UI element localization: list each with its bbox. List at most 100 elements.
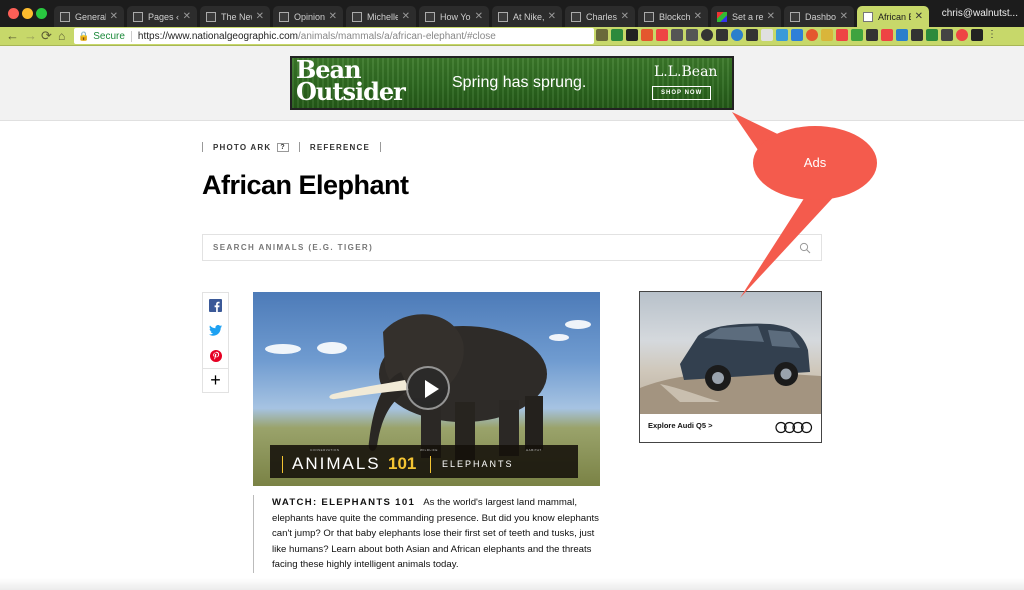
url-path: /animals/mammals/a/african-elephant/#clo…: [298, 30, 496, 42]
page-title: African Elephant: [202, 170, 409, 200]
close-tab-icon[interactable]: ✕: [110, 11, 118, 22]
breadcrumb-photo-ark[interactable]: PHOTO ARK: [213, 143, 271, 152]
plus-icon: +: [210, 370, 221, 390]
page-icon: [206, 11, 216, 22]
share-bar: +: [202, 292, 229, 393]
search-input[interactable]: [203, 235, 783, 260]
grid-extension-icon[interactable]: [686, 29, 698, 41]
ad-strip: Bean Outsider Spring has sprung. L.L.Bea…: [0, 46, 1024, 121]
maximize-window-button[interactable]: [36, 8, 47, 19]
explore-audi-link[interactable]: Explore Audi Q5 >: [648, 421, 713, 430]
puzzle-extension-icon[interactable]: [971, 29, 983, 41]
more-share-button[interactable]: +: [203, 368, 228, 392]
layers-extension-icon[interactable]: [626, 29, 638, 41]
close-tab-icon[interactable]: ✕: [402, 11, 410, 22]
bird-extension-icon[interactable]: [791, 29, 803, 41]
shop-now-button[interactable]: SHOP NOW: [652, 86, 712, 100]
close-tab-icon[interactable]: ✕: [183, 11, 191, 22]
tab[interactable]: Opinion | A✕: [273, 6, 343, 27]
close-tab-icon[interactable]: ✕: [694, 11, 702, 22]
badge-extension-icon[interactable]: [881, 29, 893, 41]
tab[interactable]: Set a remin✕: [711, 6, 781, 27]
video-title-band: CONSERVATION WILDLIFE HABITAT ANIMALS 10…: [270, 445, 578, 478]
close-tab-icon[interactable]: ✕: [256, 11, 264, 22]
close-tab-icon[interactable]: ✕: [475, 11, 483, 22]
page-icon: [279, 11, 289, 22]
mail-extension-icon[interactable]: [671, 29, 683, 41]
home-icon[interactable]: ⌂: [58, 28, 65, 44]
blue-circle-extension-icon[interactable]: [731, 29, 743, 41]
bookmark-extension-icon[interactable]: [911, 29, 923, 41]
pinterest-extension-icon[interactable]: [836, 29, 848, 41]
black-extension-icon[interactable]: [941, 29, 953, 41]
pinterest-share-button[interactable]: [203, 343, 228, 368]
twitter-icon: [209, 325, 222, 336]
divider: [202, 142, 203, 152]
minimize-window-button[interactable]: [22, 8, 33, 19]
video-player[interactable]: CONSERVATION WILDLIFE HABITAT ANIMALS 10…: [253, 292, 600, 486]
close-tab-icon[interactable]: ✕: [840, 11, 848, 22]
tab[interactable]: Dashboard✕: [784, 6, 854, 27]
close-tab-icon[interactable]: ✕: [621, 11, 629, 22]
cloud-extension-icon[interactable]: [776, 29, 788, 41]
close-tab-icon[interactable]: ✕: [329, 11, 337, 22]
warning-extension-icon[interactable]: [641, 29, 653, 41]
lock-icon: 🔒: [78, 30, 90, 41]
page-icon: [644, 11, 654, 22]
list-extension-icon[interactable]: [761, 29, 773, 41]
search-icon[interactable]: [799, 242, 811, 254]
green-extension-icon[interactable]: [851, 29, 863, 41]
tab[interactable]: Blockchain✕: [638, 6, 708, 27]
cloud-decoration: [265, 344, 301, 354]
help-icon[interactable]: ?: [277, 142, 289, 152]
banner-ad[interactable]: Bean Outsider Spring has sprung. L.L.Bea…: [290, 56, 734, 110]
menu-icon[interactable]: ⋮: [986, 29, 998, 41]
shield-extension-icon[interactable]: [611, 29, 623, 41]
tab[interactable]: General Se✕: [54, 6, 124, 27]
tab[interactable]: Charles Ne✕: [565, 6, 635, 27]
secure-label: Secure: [93, 30, 132, 42]
video-caption: WATCH: ELEPHANTS 101 As the world's larg…: [253, 495, 600, 573]
tab-active[interactable]: African Elep✕: [857, 6, 929, 27]
breadcrumb-reference[interactable]: REFERENCE: [310, 143, 370, 152]
animal-search: [202, 234, 822, 261]
check-extension-icon[interactable]: [926, 29, 938, 41]
box-extension-icon[interactable]: [716, 29, 728, 41]
close-window-button[interactable]: [8, 8, 19, 19]
yellow-extension-icon[interactable]: [821, 29, 833, 41]
divider: [282, 456, 283, 473]
play-button[interactable]: [406, 366, 450, 410]
twitter-share-button[interactable]: [203, 318, 228, 343]
side-ad[interactable]: Explore Audi Q5 >: [639, 291, 822, 443]
tab[interactable]: How Your B✕: [419, 6, 489, 27]
reload-icon[interactable]: ⟳: [41, 28, 52, 44]
forward-icon[interactable]: →: [24, 28, 37, 44]
red-circle-extension-icon[interactable]: [806, 29, 818, 41]
profile-name[interactable]: chris@walnutst...: [942, 8, 1018, 19]
browser-window: General Se✕ Pages ‹ chr✕ The New Yo✕ Opi…: [0, 0, 1024, 590]
video-number: 101: [388, 454, 417, 473]
tab[interactable]: At Nike, Re✕: [492, 6, 562, 27]
back-icon[interactable]: ←: [6, 28, 19, 44]
banner-brand: Bean Outsider: [296, 56, 406, 106]
tab[interactable]: The New Yo✕: [200, 6, 270, 27]
facebook-share-button[interactable]: [203, 293, 228, 318]
info-extension-icon[interactable]: [701, 29, 713, 41]
dark-extension-icon[interactable]: [746, 29, 758, 41]
red-extension-icon[interactable]: [656, 29, 668, 41]
camera-extension-icon[interactable]: [866, 29, 878, 41]
close-tab-icon[interactable]: ✕: [548, 11, 556, 22]
close-tab-icon[interactable]: ✕: [915, 11, 923, 22]
tab[interactable]: Pages ‹ chr✕: [127, 6, 197, 27]
url-bar[interactable]: 🔒 Secure https://www.nationalgeographic.…: [74, 28, 608, 44]
tab[interactable]: Michelle W✕: [346, 6, 416, 27]
tab-bar: General Se✕ Pages ‹ chr✕ The New Yo✕ Opi…: [0, 0, 1024, 27]
audi-car-image: [640, 292, 821, 414]
n-extension-icon[interactable]: [956, 29, 968, 41]
close-tab-icon[interactable]: ✕: [767, 11, 775, 22]
divider: [298, 142, 300, 152]
url-host: https://www.nationalgeographic.com: [137, 30, 298, 42]
audi-rings-logo: [775, 421, 813, 434]
counter-extension-icon[interactable]: [896, 29, 908, 41]
recycle-extension-icon[interactable]: [596, 29, 608, 41]
